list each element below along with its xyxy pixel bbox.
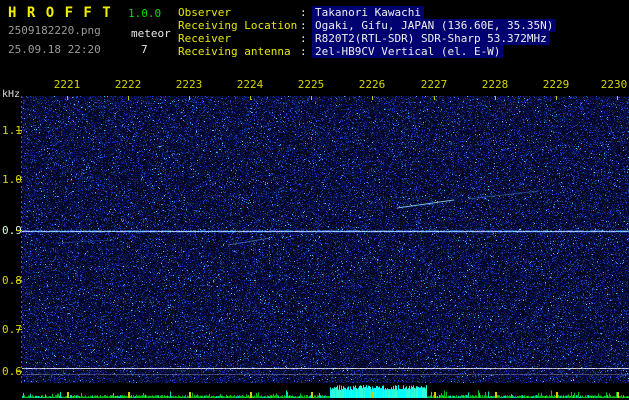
info-label: Receiving Location	[178, 19, 298, 32]
time-tick-mark	[434, 96, 435, 100]
time-tick-mark	[617, 96, 618, 100]
freq-tick-mark	[16, 371, 22, 372]
time-label: 2227	[420, 78, 448, 91]
info-row-antenna: Receiving antenna : 2el-HB9CV Vertical (…	[178, 45, 556, 58]
app-title: H R O F F T	[8, 5, 112, 21]
signal-level-canvas	[22, 385, 629, 398]
freq-tick-mark	[16, 230, 22, 231]
info-colon: :	[300, 32, 307, 45]
time-label: 2223	[175, 78, 203, 91]
hrofft-window: H R O F F T 1.0.0 2509182220.png meteor …	[0, 0, 629, 400]
time-label: 2230	[600, 78, 628, 91]
time-label: 2224	[236, 78, 264, 91]
observation-mode: meteor	[131, 27, 171, 40]
time-tick-mark	[311, 96, 312, 100]
time-label: 2222	[114, 78, 142, 91]
info-value: R820T2(RTL-SDR) SDR-Sharp 53.372MHz	[312, 32, 550, 45]
time-label: 2226	[358, 78, 386, 91]
time-tick-mark	[495, 96, 496, 100]
time-tick-mark	[189, 96, 190, 100]
freq-tick-mark	[16, 179, 22, 180]
freq-axis-unit: kHz	[2, 89, 21, 100]
time-label: 2225	[297, 78, 325, 91]
time-label: 2221	[53, 78, 81, 91]
info-row-receiver: Receiver : R820T2(RTL-SDR) SDR-Sharp 53.…	[178, 32, 556, 45]
time-label: 2228	[481, 78, 509, 91]
app-version: 1.0.0	[128, 7, 162, 20]
observation-timestamp: 25.09.18 22:20	[8, 43, 101, 56]
station-info: Observer : Takanori Kawachi Receiving Lo…	[178, 6, 557, 58]
freq-tick-mark	[16, 130, 22, 131]
time-tick-mark	[128, 96, 129, 100]
time-tick-mark	[67, 96, 68, 100]
info-value: 2el-HB9CV Vertical (el. E-W)	[312, 45, 504, 58]
output-filename: 2509182220.png	[8, 24, 101, 37]
freq-tick-mark	[16, 329, 22, 330]
info-colon: :	[300, 6, 307, 19]
time-tick-mark	[372, 96, 373, 100]
info-label: Receiving antenna	[178, 45, 291, 58]
info-row-observer: Observer : Takanori Kawachi	[178, 6, 556, 19]
time-tick-mark	[556, 96, 557, 100]
info-colon: :	[300, 45, 307, 58]
freq-tick-mark	[16, 280, 22, 281]
time-tick-mark	[250, 96, 251, 100]
info-label: Observer	[178, 6, 231, 19]
time-label: 2229	[542, 78, 570, 91]
info-label: Receiver	[178, 32, 231, 45]
echo-count: 7	[141, 43, 148, 56]
info-value: Ogaki, Gifu, JAPAN (136.60E, 35.35N)	[312, 19, 557, 32]
info-row-location: Receiving Location : Ogaki, Gifu, JAPAN …	[178, 19, 557, 32]
spectrogram-canvas	[22, 96, 629, 383]
info-colon: :	[300, 19, 307, 32]
info-value: Takanori Kawachi	[312, 6, 424, 19]
